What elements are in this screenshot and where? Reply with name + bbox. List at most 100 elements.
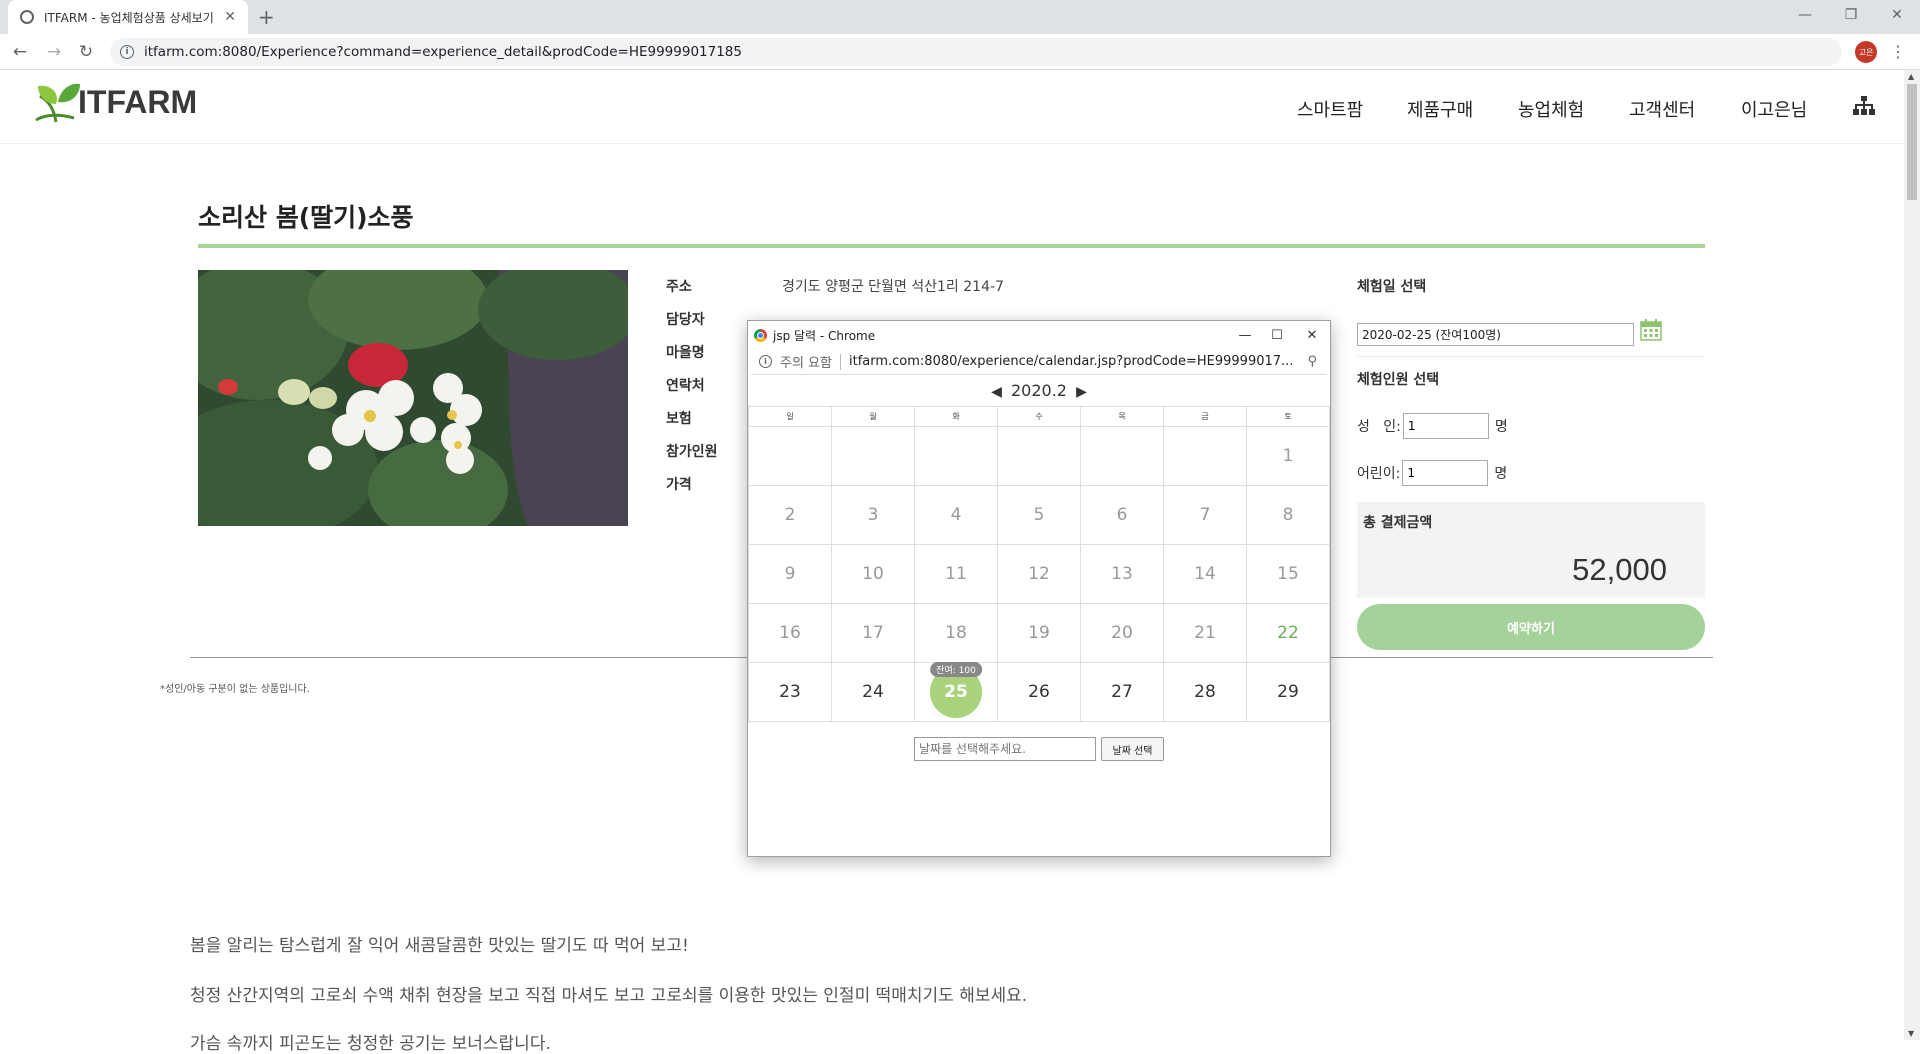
tab-title: ITFARM - 농업체험상품 상세보기 (44, 10, 214, 25)
reserve-button[interactable]: 예약하기 (1357, 604, 1705, 650)
calendar-day: 14 (1163, 544, 1247, 604)
calendar-day: 9 (748, 544, 832, 604)
month-label: 2020.2 (1011, 381, 1067, 400)
info-value: 경기도 양평군 단월면 석산1리 214-7 (782, 279, 1004, 295)
calendar-day[interactable]: 26 (997, 662, 1081, 722)
calendar-day: 8 (1246, 485, 1330, 545)
calendar-day: 18 (914, 603, 998, 663)
more-menu-icon[interactable]: ⋮ (1890, 42, 1906, 61)
adult-unit: 명 (1494, 419, 1508, 435)
calendar-day: 4 (914, 485, 998, 545)
calendar-day[interactable]: 24 (831, 662, 915, 722)
calendar-day[interactable]: 29 (1246, 662, 1330, 722)
child-count-input[interactable] (1402, 460, 1489, 486)
adult-label: 성 인: (1357, 419, 1401, 435)
info-row-address: 주소 경기도 양평군 단월면 석산1리 214-7 (666, 276, 1004, 296)
reload-button[interactable]: ↻ (74, 40, 98, 64)
weekday-header: 일 (748, 406, 832, 427)
scroll-down-icon[interactable]: ▼ (1908, 1029, 1914, 1038)
popup-date-input[interactable] (914, 737, 1096, 761)
calendar-day (1080, 426, 1164, 486)
nav-customer-center[interactable]: 고객센터 (1629, 96, 1695, 122)
next-month-icon[interactable]: ▶ (1076, 384, 1087, 400)
calendar-day: 16 (748, 603, 832, 663)
site-logo[interactable]: ITFARM (34, 80, 197, 124)
calendar-day: 13 (1080, 544, 1164, 604)
calendar-day: 20 (1080, 603, 1164, 663)
prev-month-icon[interactable]: ◀ (991, 384, 1002, 400)
calendar-day: 15 (1246, 544, 1330, 604)
url-separator (839, 353, 841, 370)
calendar-day: 19 (997, 603, 1081, 663)
popup-address-bar[interactable]: i 주의 요함 itfarm.com:8080/experience/calen… (751, 349, 1327, 375)
popup-title: jsp 달력 - Chrome (773, 328, 876, 343)
nav-user[interactable]: 이고은님 (1741, 96, 1807, 122)
site-header: ITFARM 스마트팜 제품구매 농업체험 고객센터 이고은님 (0, 70, 1904, 144)
nav-smartfarm[interactable]: 스마트팜 (1297, 96, 1363, 122)
restore-button[interactable]: ❐ (1828, 0, 1874, 30)
calendar-icon[interactable] (1640, 319, 1662, 341)
child-label: 어린이: (1357, 466, 1401, 482)
info-icon[interactable]: i (759, 355, 772, 368)
notice-text: *성인/아동 구분이 없는 상품입니다. (160, 684, 310, 695)
calendar-day (1163, 426, 1247, 486)
popup-close-button[interactable]: ✕ (1297, 325, 1327, 345)
calendar-day[interactable]: 23 (748, 662, 832, 722)
calendar-popup-window: jsp 달력 - Chrome — ☐ ✕ i 주의 요함 itfarm.com… (747, 320, 1331, 857)
description-line: 가슴 속까지 피곤도는 청정한 공기는 보너스랍니다. (190, 1034, 551, 1054)
calendar-day (831, 426, 915, 486)
weekday-header: 화 (914, 406, 998, 427)
popup-url: itfarm.com:8080/experience/calendar.jsp?… (848, 354, 1294, 369)
forward-button[interactable]: → (42, 40, 66, 64)
child-unit: 명 (1494, 466, 1508, 482)
back-button[interactable]: ← (8, 40, 32, 64)
nav-products[interactable]: 제품구매 (1407, 96, 1473, 122)
calendar-day: 2 (748, 485, 832, 545)
description-line: 청정 산간지역의 고로쇠 수액 채취 현장을 보고 직접 마셔도 보고 고로쇠를… (190, 986, 1028, 1006)
date-select-label: 체험일 선택 (1357, 279, 1427, 295)
calendar-day: 21 (1163, 603, 1247, 663)
info-icon[interactable]: i (120, 45, 134, 59)
calendar-day (997, 426, 1081, 486)
total-amount: 52,000 (1572, 552, 1667, 587)
popup-minimize-button[interactable]: — (1230, 325, 1260, 345)
calendar-day (914, 426, 998, 486)
globe-icon (20, 10, 34, 24)
date-field[interactable] (1357, 323, 1634, 346)
window-close-button[interactable]: ✕ (1874, 0, 1920, 30)
search-icon[interactable]: ⚲ (1307, 354, 1317, 369)
page-scrollbar[interactable]: ▲ ▼ (1904, 70, 1920, 1040)
calendar-day[interactable]: 28 (1163, 662, 1247, 722)
security-warning: 주의 요함 (780, 356, 832, 371)
calendar-day[interactable]: 27 (1080, 662, 1164, 722)
weekday-header: 목 (1080, 406, 1164, 427)
scroll-thumb[interactable] (1907, 84, 1917, 200)
panel-divider (1357, 356, 1705, 357)
profile-avatar[interactable]: 고은 (1855, 41, 1877, 63)
adult-count-input[interactable] (1402, 413, 1489, 439)
scroll-up-icon[interactable]: ▲ (1908, 72, 1914, 81)
calendar-day: 3 (831, 485, 915, 545)
select-date-button[interactable]: 날짜 선택 (1101, 737, 1164, 761)
address-bar[interactable]: i itfarm.com:8080/Experience?command=exp… (110, 38, 1842, 66)
sitemap-icon[interactable] (1853, 96, 1875, 116)
close-icon[interactable]: ✕ (224, 9, 236, 25)
weekday-header: 토 (1246, 406, 1330, 427)
calendar-grid: 일 월 화 수 목 금 토 1 2 3 4 5 6 7 8 9 10 11 12… (748, 406, 1330, 722)
browser-toolbar: ← → ↻ i itfarm.com:8080/Experience?comma… (0, 34, 1920, 70)
weekday-header: 금 (1163, 406, 1247, 427)
calendar-day (748, 426, 832, 486)
adult-count-row: 성 인: 명 (1357, 413, 1508, 439)
chrome-icon (754, 328, 767, 342)
popup-maximize-button[interactable]: ☐ (1262, 325, 1292, 345)
people-select-label: 체험인원 선택 (1357, 372, 1440, 388)
popup-titlebar[interactable]: jsp 달력 - Chrome — ☐ ✕ (748, 321, 1330, 349)
leaf-logo-icon (35, 83, 80, 123)
minimize-button[interactable]: — (1782, 0, 1828, 30)
calendar-day-selected[interactable]: 잔여: 100 25 (914, 662, 998, 722)
info-label: 주소 (666, 279, 692, 295)
browser-tab[interactable]: ITFARM - 농업체험상품 상세보기 ✕ (8, 0, 248, 34)
new-tab-button[interactable]: + (258, 5, 275, 29)
calendar-day[interactable]: 22 (1246, 603, 1330, 663)
nav-experience[interactable]: 농업체험 (1518, 96, 1584, 122)
